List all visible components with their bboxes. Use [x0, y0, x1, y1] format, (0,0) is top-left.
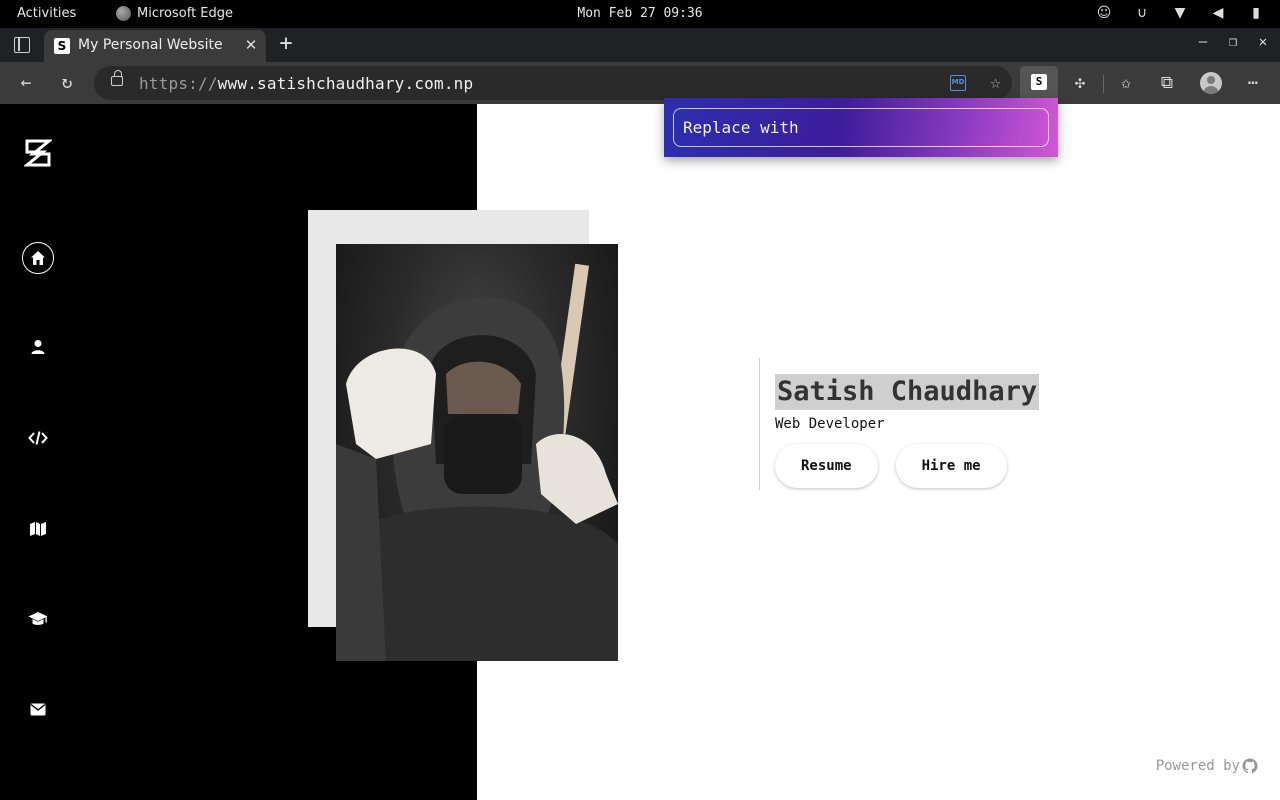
activities-button[interactable]: Activities — [17, 6, 76, 21]
page-viewport: Satish Chaudhary Web Developer Resume Hi… — [0, 104, 1280, 800]
nav-education[interactable] — [22, 603, 54, 635]
nav-projects[interactable] — [22, 422, 54, 454]
find-replace-popup — [664, 98, 1058, 157]
browser-toolbar: ← ↻ https://www.satishchaudhary.com.np M… — [0, 62, 1280, 104]
emoji-icon[interactable]: ☺ — [1096, 5, 1112, 21]
tab-title: My Personal Website — [78, 37, 223, 53]
site-logo-icon[interactable] — [24, 138, 52, 168]
github-icon[interactable] — [1242, 758, 1258, 774]
back-arrow-icon[interactable]: ← — [14, 71, 38, 95]
profile-role: Web Developer — [775, 416, 885, 432]
tab-my-personal-website[interactable]: S My Personal Website ✕ — [44, 30, 266, 62]
profile-card: Satish Chaudhary Web Developer Resume Hi… — [759, 358, 1040, 490]
nav-home[interactable] — [22, 242, 54, 274]
restore-icon[interactable]: ❐ — [1226, 34, 1240, 50]
side-navigation — [0, 104, 76, 800]
more-menu-icon[interactable]: ⋯ — [1241, 71, 1265, 95]
system-tray[interactable]: ☺ ∪ ▼ ◀ ▮ — [1096, 5, 1264, 21]
graduation-cap-icon — [28, 612, 48, 625]
nav-about[interactable] — [22, 331, 54, 363]
toolbar-separator — [1103, 75, 1104, 93]
powered-by-footer[interactable]: Powered by — [1156, 758, 1258, 774]
profile-actions: Resume Hire me — [775, 444, 1039, 488]
nav-contact[interactable] — [22, 693, 54, 725]
refresh-icon[interactable]: ↻ — [55, 71, 79, 95]
profile-avatar-icon[interactable] — [1200, 72, 1222, 94]
powered-by-text: Powered by — [1155, 758, 1240, 774]
magnet-icon[interactable]: ∪ — [1134, 5, 1150, 21]
nav-experience[interactable] — [22, 513, 54, 545]
lock-icon[interactable] — [111, 70, 123, 86]
collections-icon[interactable]: ⧉ — [1155, 71, 1179, 95]
new-tab-icon[interactable]: + — [276, 31, 296, 56]
tab-actions-icon[interactable] — [14, 37, 30, 53]
profile-name: Satish Chaudhary — [775, 374, 1040, 410]
resume-button[interactable]: Resume — [775, 444, 878, 488]
battery-icon[interactable]: ▮ — [1248, 5, 1264, 21]
app-name: Microsoft Edge — [137, 6, 234, 21]
replace-with-input[interactable] — [673, 108, 1049, 147]
window-controls: – ❐ ✕ — [1196, 34, 1270, 50]
find-replace-extension-icon[interactable] — [1020, 66, 1058, 100]
minimize-icon[interactable]: – — [1196, 34, 1210, 50]
url-text[interactable]: https://www.satishchaudhary.com.np — [139, 74, 473, 93]
app-menu[interactable]: Microsoft Edge — [116, 6, 233, 21]
user-icon — [31, 340, 45, 354]
site-favicon-icon: S — [54, 38, 70, 54]
volume-icon[interactable]: ◀ — [1210, 5, 1226, 21]
add-favorite-icon[interactable]: ☆ — [990, 72, 1001, 93]
close-window-icon[interactable]: ✕ — [1256, 34, 1270, 50]
profile-photo — [336, 244, 618, 661]
edge-icon — [116, 6, 131, 21]
code-icon — [28, 431, 48, 445]
system-top-bar: Activities Microsoft Edge Mon Feb 27 09:… — [0, 0, 1280, 28]
hooded-person-illustration — [336, 263, 618, 661]
tab-close-icon[interactable]: ✕ — [242, 36, 260, 54]
hire-me-button[interactable]: Hire me — [895, 444, 1007, 488]
favorites-icon[interactable]: ✩ — [1114, 71, 1138, 95]
address-bar[interactable]: https://www.satishchaudhary.com.np MD ☆ — [94, 66, 1012, 100]
tab-strip: S My Personal Website ✕ + – ❐ ✕ — [0, 28, 1280, 62]
envelope-icon — [30, 703, 46, 715]
wifi-icon[interactable]: ▼ — [1172, 5, 1188, 21]
markdown-extension-icon[interactable]: MD — [950, 75, 966, 91]
extensions-puzzle-icon[interactable]: ✣ — [1068, 71, 1092, 95]
home-icon — [31, 251, 45, 265]
map-icon — [30, 522, 46, 536]
